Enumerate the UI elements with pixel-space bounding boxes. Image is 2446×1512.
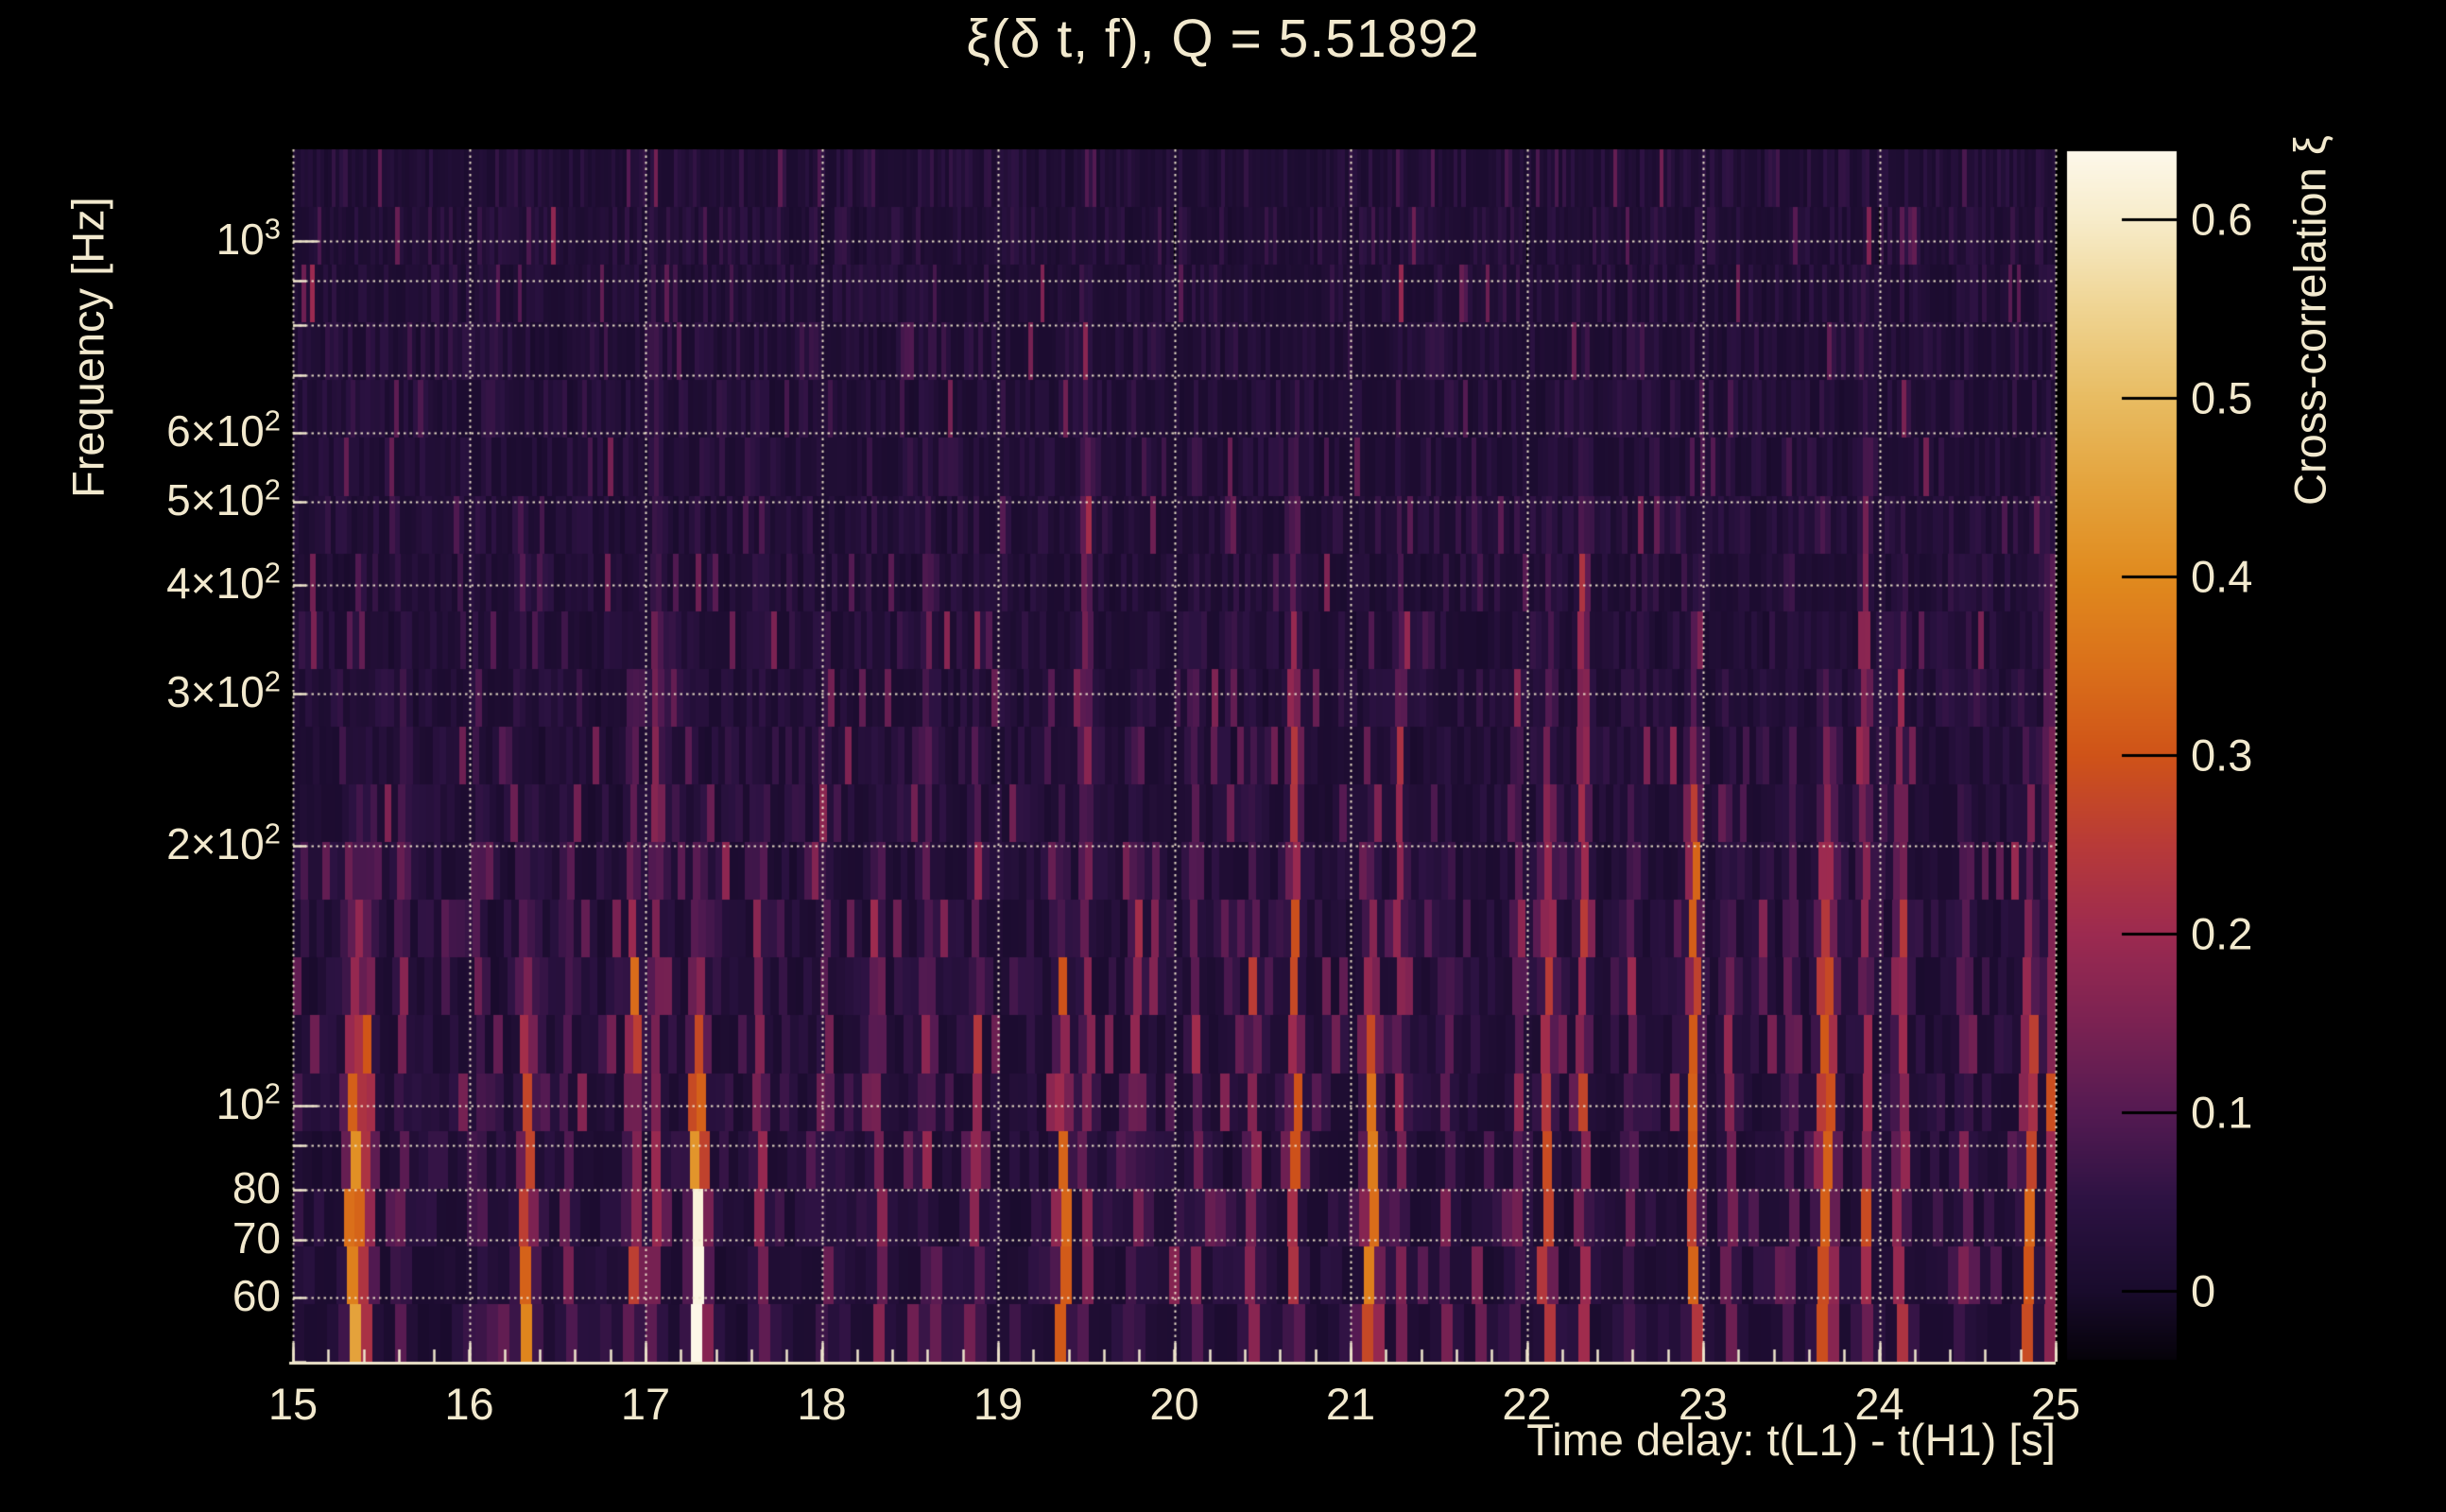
chart-title: ξ(δ t, f), Q = 5.51892	[966, 9, 1480, 69]
y-tick-label: 60	[232, 1271, 281, 1321]
colorbar-tick-label: 0.5	[2191, 372, 2253, 423]
x-tick-label: 17	[620, 1379, 671, 1429]
x-tick-label: 24	[1854, 1379, 1904, 1429]
y-tick-label: 70	[232, 1212, 281, 1263]
colorbar-tick-label: 0.2	[2191, 908, 2253, 959]
colorbar-tick-label: 0.1	[2191, 1087, 2253, 1138]
colorbar-tick-label: 0.6	[2191, 194, 2253, 245]
y-tick-label: 103	[215, 212, 281, 265]
y-tick-label: 4×102	[166, 556, 281, 609]
x-tick-label: 19	[973, 1379, 1024, 1429]
x-tick-label: 21	[1325, 1379, 1376, 1429]
x-tick-label: 16	[444, 1379, 494, 1429]
y-tick-label: 2×102	[166, 816, 281, 868]
colorbar-label: Cross-correlation ξ	[2284, 135, 2335, 506]
y-axis-label: Frequency [Hz]	[62, 197, 113, 499]
y-tick-label: 5×102	[166, 472, 281, 524]
heatmap-canvas	[0, 0, 2446, 1512]
y-tick-label: 6×102	[166, 404, 281, 456]
y-tick-label: 102	[215, 1076, 281, 1129]
x-tick-label: 18	[797, 1379, 847, 1429]
x-tick-label: 23	[1678, 1379, 1729, 1429]
y-tick-label: 80	[232, 1162, 281, 1212]
x-axis-label: Time delay: t(L1) - t(H1) [s]	[1526, 1415, 2056, 1465]
x-tick-label: 22	[1502, 1379, 1552, 1429]
colorbar-tick-label: 0.3	[2191, 730, 2253, 781]
x-tick-label: 25	[2030, 1379, 2081, 1429]
colorbar-tick-label: 0.4	[2191, 551, 2253, 602]
y-tick-label: 3×102	[166, 664, 281, 716]
cross-correlation-spectrogram-figure: ξ(δ t, f), Q = 5.51892 Frequency [Hz] Ti…	[0, 0, 2446, 1512]
colorbar-tick-label: 0	[2191, 1265, 2216, 1316]
x-tick-label: 15	[267, 1379, 319, 1429]
x-tick-label: 20	[1149, 1379, 1199, 1429]
